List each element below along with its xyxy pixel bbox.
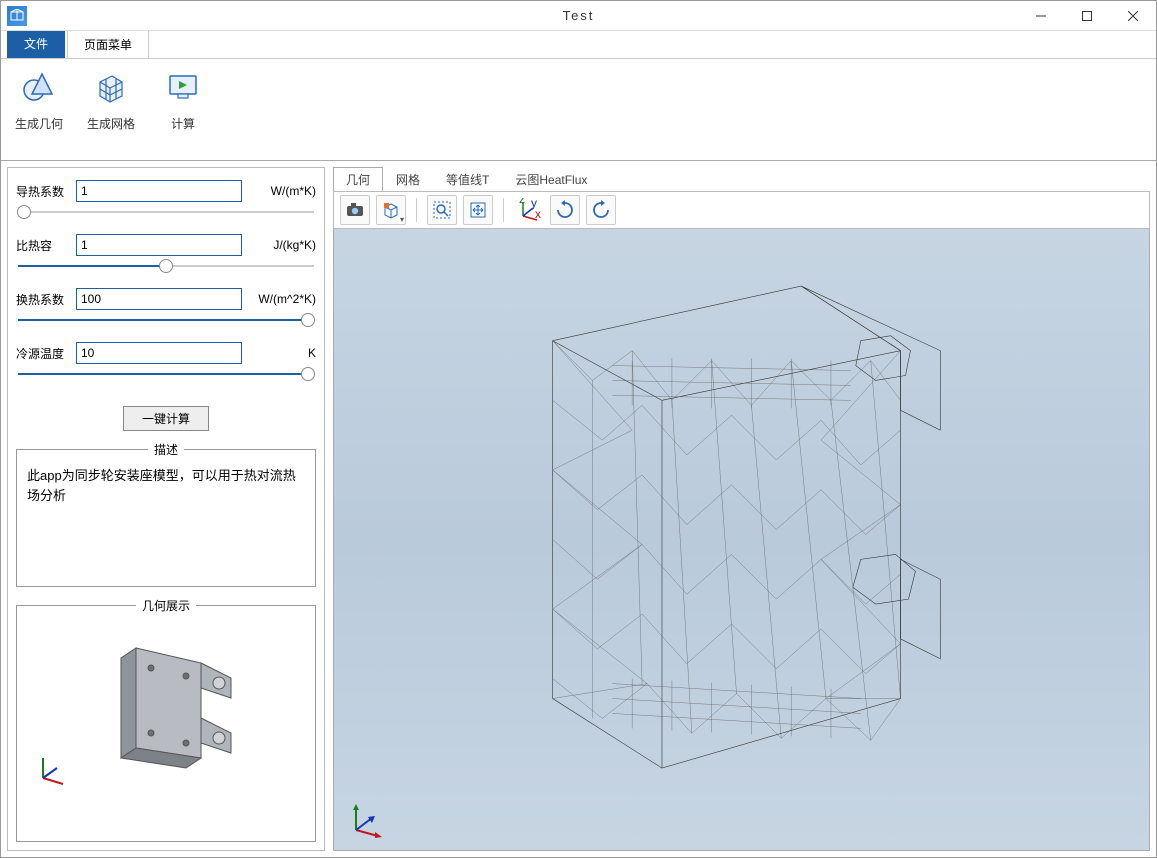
orientation-axis-icon: z x y — [517, 198, 541, 222]
tab-file[interactable]: 文件 — [7, 29, 65, 58]
heat-transfer-label: 换热系数 — [16, 291, 72, 308]
ribbon-tabs: 文件 页面菜单 — [1, 31, 1156, 59]
cold-temp-slider[interactable] — [16, 368, 316, 390]
description-fieldset: 描述 此app为同步轮安装座模型，可以用于热对流热场分析 — [16, 441, 316, 587]
description-legend: 描述 — [148, 441, 184, 458]
view-tabs: 几何 网格 等值线T 云图HeatFlux — [333, 167, 1150, 191]
wireframe-model — [334, 229, 1149, 850]
preview-axis-triad-icon — [35, 746, 75, 786]
mesh-icon — [81, 63, 141, 111]
rotate-ccw-button[interactable] — [586, 195, 616, 225]
zoom-extents-button[interactable] — [463, 195, 493, 225]
view-tab-mesh[interactable]: 网格 — [383, 167, 433, 192]
specific-heat-input[interactable] — [76, 234, 242, 256]
rotate-ccw-icon — [591, 200, 611, 220]
one-click-calc-button[interactable]: 一键计算 — [123, 406, 209, 431]
compute-button[interactable]: 计算 — [153, 63, 213, 156]
svg-text:z: z — [519, 198, 525, 206]
geometry-icon — [9, 63, 69, 111]
toolbar-separator — [503, 198, 504, 222]
thermal-conductivity-slider[interactable] — [16, 206, 316, 228]
thermal-conductivity-label: 导热系数 — [16, 183, 72, 200]
window-title: Test — [1, 8, 1156, 23]
view-tab-geometry[interactable]: 几何 — [333, 167, 383, 192]
thermal-conductivity-unit: W/(m*K) — [246, 184, 316, 198]
view-tab-contour[interactable]: 等值线T — [433, 167, 502, 192]
heat-transfer-slider[interactable] — [16, 314, 316, 336]
cold-temp-input[interactable] — [76, 342, 242, 364]
cold-temp-unit: K — [246, 346, 316, 360]
view-tab-cloud[interactable]: 云图HeatFlux — [502, 167, 600, 192]
param-heat-transfer: 换热系数 W/(m^2*K) — [16, 288, 316, 336]
geometry-preview[interactable] — [21, 618, 311, 798]
specific-heat-label: 比热容 — [16, 237, 72, 254]
orientation-button[interactable]: z x y — [514, 195, 544, 225]
titlebar: Test — [1, 1, 1156, 31]
graphics-panel: 几何 网格 等值线T 云图HeatFlux ▾ z — [333, 167, 1150, 851]
cube-transparency-icon — [381, 200, 401, 220]
cold-temp-label: 冷源温度 — [16, 345, 72, 362]
heat-transfer-input[interactable] — [76, 288, 242, 310]
snapshot-button[interactable] — [340, 195, 370, 225]
rotate-cw-button[interactable] — [550, 195, 580, 225]
geometry-preview-legend: 几何展示 — [136, 597, 196, 614]
build-mesh-label: 生成网格 — [81, 115, 141, 132]
3d-viewport[interactable] — [333, 229, 1150, 851]
dropdown-caret-icon: ▾ — [400, 215, 404, 224]
build-mesh-button[interactable]: 生成网格 — [81, 63, 141, 156]
transparency-button[interactable]: ▾ — [376, 195, 406, 225]
build-geometry-button[interactable]: 生成几何 — [9, 63, 69, 156]
tab-page-menu[interactable]: 页面菜单 — [67, 30, 149, 58]
zoom-extents-icon — [468, 200, 488, 220]
compute-icon — [153, 63, 213, 111]
toolbar-separator — [416, 198, 417, 222]
param-specific-heat: 比热容 J/(kg*K) — [16, 234, 316, 282]
description-text: 此app为同步轮安装座模型，可以用于热对流热场分析 — [21, 462, 311, 582]
zoom-box-button[interactable] — [427, 195, 457, 225]
specific-heat-slider[interactable] — [16, 260, 316, 282]
viewport-axis-triad-icon — [348, 798, 388, 838]
compute-label: 计算 — [153, 115, 213, 132]
build-geometry-label: 生成几何 — [9, 115, 69, 132]
thermal-conductivity-input[interactable] — [76, 180, 242, 202]
ribbon-toolbar: 生成几何 生成网格 计算 — [1, 59, 1156, 161]
param-cold-temp: 冷源温度 K — [16, 342, 316, 390]
svg-text:y: y — [531, 198, 537, 210]
geometry-preview-fieldset: 几何展示 — [16, 597, 316, 842]
specific-heat-unit: J/(kg*K) — [246, 238, 316, 252]
parameters-panel: 导热系数 W/(m*K) 比热容 J/(kg*K) 换热系数 W/(m^2*K) — [7, 167, 325, 851]
param-thermal-conductivity: 导热系数 W/(m*K) — [16, 180, 316, 228]
camera-icon — [345, 200, 365, 220]
view-toolbar: ▾ z x y — [333, 191, 1150, 229]
zoom-box-icon — [432, 200, 452, 220]
rotate-cw-icon — [555, 200, 575, 220]
heat-transfer-unit: W/(m^2*K) — [246, 292, 316, 306]
